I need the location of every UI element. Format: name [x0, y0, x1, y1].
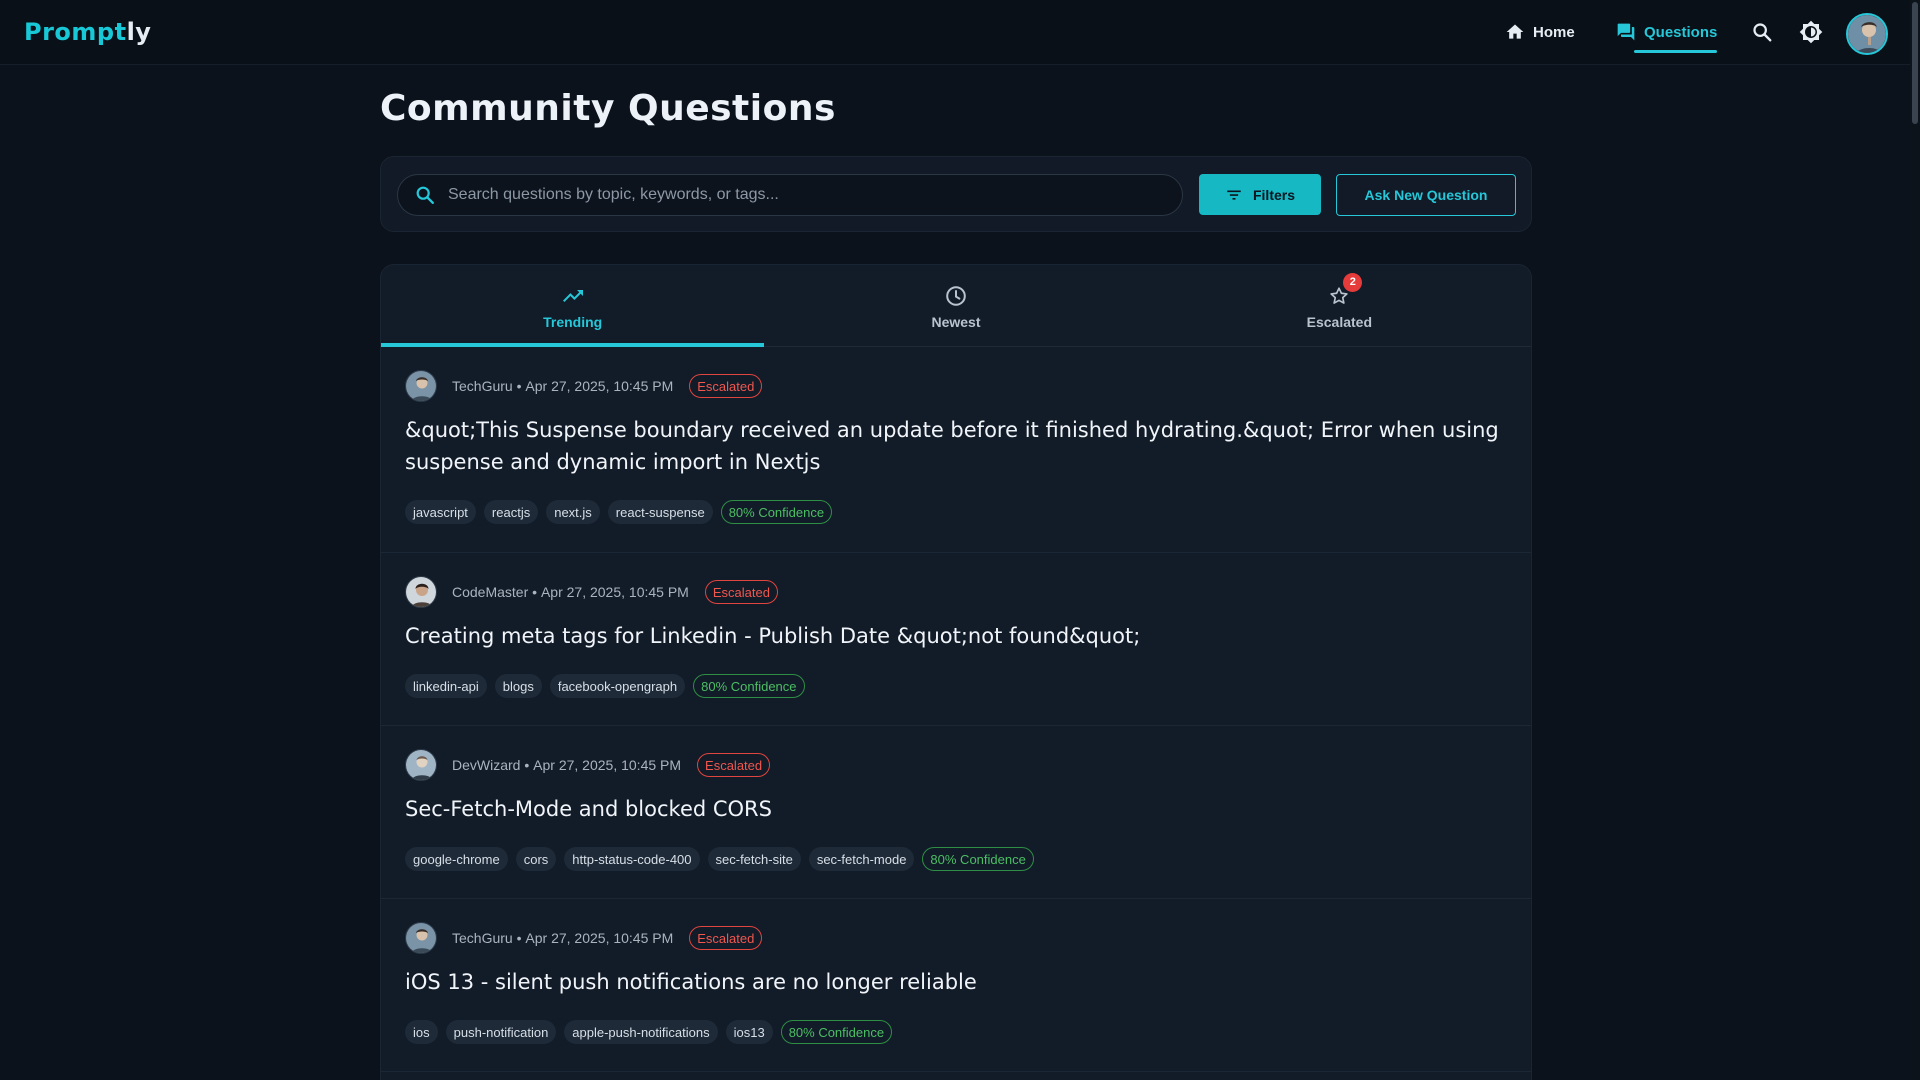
status-badge: Escalated: [689, 926, 763, 950]
tag[interactable]: react-suspense: [607, 500, 713, 524]
author-avatar[interactable]: [405, 749, 437, 781]
page-scrollbar[interactable]: [1910, 0, 1920, 1080]
ask-new-question-button[interactable]: Ask New Question: [1336, 174, 1516, 216]
question-meta: DevWizard • Apr 27, 2025, 10:45 PM Escal…: [405, 748, 1507, 782]
nav-home-link[interactable]: Home: [1505, 20, 1575, 44]
question-item[interactable]: CodeMaster • Apr 27, 2025, 10:45 PM Esca…: [381, 553, 1531, 726]
question-title[interactable]: iOS 13 - silent push notifications are n…: [405, 966, 1507, 998]
tab-trending[interactable]: Trending: [381, 265, 765, 347]
question-item[interactable]: TechGuru • Apr 27, 2025, 10:45 PM Escala…: [381, 347, 1531, 553]
trending-up-icon: [560, 284, 586, 308]
status-badge: Escalated: [689, 374, 763, 398]
tag[interactable]: sec-fetch-site: [707, 847, 801, 871]
nav-home-label: Home: [1533, 23, 1575, 41]
filters-button[interactable]: Filters: [1199, 174, 1321, 215]
tab-newest-label: Newest: [931, 313, 981, 330]
question-date: Apr 27, 2025, 10:45 PM: [540, 584, 689, 600]
search-box[interactable]: [397, 174, 1183, 216]
tag-list: javascript reactjs next.js react-suspens…: [405, 500, 1507, 524]
author-name[interactable]: DevWizard: [452, 757, 520, 773]
question-meta: CodeMaster • Apr 27, 2025, 10:45 PM Esca…: [405, 575, 1507, 609]
question-item[interactable]: TechGuru • Apr 27, 2025, 10:45 PM Escala…: [381, 899, 1531, 1072]
questions-panel: Trending Newest 2 Escalated TechGuru • A…: [380, 264, 1532, 1080]
tag[interactable]: javascript: [405, 500, 476, 524]
meta-separator: •: [528, 584, 541, 600]
scrollbar-thumb[interactable]: [1912, 2, 1918, 124]
meta-separator: •: [520, 757, 534, 773]
status-badge: Escalated: [697, 753, 771, 777]
forum-icon: [1616, 22, 1636, 42]
confidence-badge: 80% Confidence: [693, 674, 805, 698]
theme-toggle-button[interactable]: [1797, 18, 1825, 46]
tab-newest[interactable]: Newest: [764, 265, 1147, 346]
author-avatar[interactable]: [405, 370, 437, 402]
tag-list: google-chrome cors http-status-code-400 …: [405, 847, 1507, 871]
tab-escalated-label: Escalated: [1306, 313, 1372, 330]
question-tabs: Trending Newest 2 Escalated: [381, 265, 1531, 347]
search-input[interactable]: [448, 175, 1182, 215]
escalated-count-badge: 2: [1343, 272, 1363, 292]
tag[interactable]: next.js: [546, 500, 600, 524]
logo-text-part2: ly: [126, 18, 152, 46]
question-title[interactable]: Creating meta tags for Linkedin - Publis…: [405, 620, 1507, 652]
tag[interactable]: linkedin-api: [405, 674, 487, 698]
tab-trending-label: Trending: [543, 313, 603, 330]
tag[interactable]: ios13: [725, 1020, 773, 1044]
author-name[interactable]: TechGuru: [452, 930, 513, 946]
header-search-button[interactable]: [1748, 18, 1776, 46]
confidence-badge: 80% Confidence: [922, 847, 1034, 871]
active-nav-underline: [1634, 50, 1718, 53]
tag[interactable]: apple-push-notifications: [564, 1020, 718, 1044]
page-title: Community Questions: [380, 88, 836, 129]
user-avatar[interactable]: [1846, 13, 1888, 55]
tag-list: linkedin-api blogs facebook-opengraph 80…: [405, 674, 1507, 698]
tag-list: ios push-notification apple-push-notific…: [405, 1020, 1507, 1044]
tag[interactable]: push-notification: [445, 1020, 557, 1044]
tag[interactable]: ios: [405, 1020, 438, 1044]
tag[interactable]: sec-fetch-mode: [808, 847, 915, 871]
filter-icon: [1225, 186, 1243, 204]
logo-text-part1: Prompt: [24, 18, 127, 46]
meta-separator: •: [512, 930, 526, 946]
tag[interactable]: reactjs: [483, 500, 539, 524]
tag[interactable]: blogs: [494, 674, 542, 698]
author-avatar[interactable]: [405, 922, 437, 954]
question-title[interactable]: Sec-Fetch-Mode and blocked CORS: [405, 793, 1507, 825]
tag[interactable]: google-chrome: [405, 847, 508, 871]
author-avatar[interactable]: [405, 576, 437, 608]
tab-escalated[interactable]: 2 Escalated: [1148, 265, 1531, 346]
confidence-badge: 80% Confidence: [780, 1020, 893, 1044]
question-date: Apr 27, 2025, 10:45 PM: [525, 930, 674, 946]
question-item[interactable]: DevWizard • Apr 27, 2025, 10:45 PM Escal…: [381, 726, 1531, 899]
tag[interactable]: http-status-code-400: [564, 847, 700, 871]
author-name[interactable]: CodeMaster: [452, 584, 528, 600]
search-icon: [1751, 21, 1773, 43]
search-icon: [414, 184, 436, 206]
nav-questions-link[interactable]: Questions: [1616, 20, 1718, 53]
status-badge: Escalated: [704, 580, 778, 604]
question-date: Apr 27, 2025, 10:45 PM: [525, 378, 674, 394]
brightness-icon: [1799, 20, 1823, 44]
question-meta: TechGuru • Apr 27, 2025, 10:45 PM Escala…: [405, 921, 1507, 955]
tag[interactable]: cors: [515, 847, 557, 871]
search-panel: Filters Ask New Question: [380, 156, 1532, 232]
confidence-badge: 80% Confidence: [720, 500, 833, 524]
tag[interactable]: facebook-opengraph: [549, 674, 686, 698]
home-icon: [1505, 22, 1525, 42]
meta-separator: •: [512, 378, 526, 394]
question-meta: TechGuru • Apr 27, 2025, 10:45 PM Escala…: [405, 369, 1507, 403]
question-title[interactable]: &quot;This Suspense boundary received an…: [405, 414, 1507, 478]
clock-icon: [943, 284, 969, 308]
nav-questions-label: Questions: [1644, 23, 1718, 41]
app-logo[interactable]: Promptly: [24, 18, 151, 46]
author-name[interactable]: TechGuru: [452, 378, 513, 394]
question-date: Apr 27, 2025, 10:45 PM: [533, 757, 682, 773]
filters-label: Filters: [1252, 186, 1295, 203]
top-navbar: Promptly Home Questions: [0, 0, 1910, 65]
star-icon: 2: [1326, 272, 1363, 308]
